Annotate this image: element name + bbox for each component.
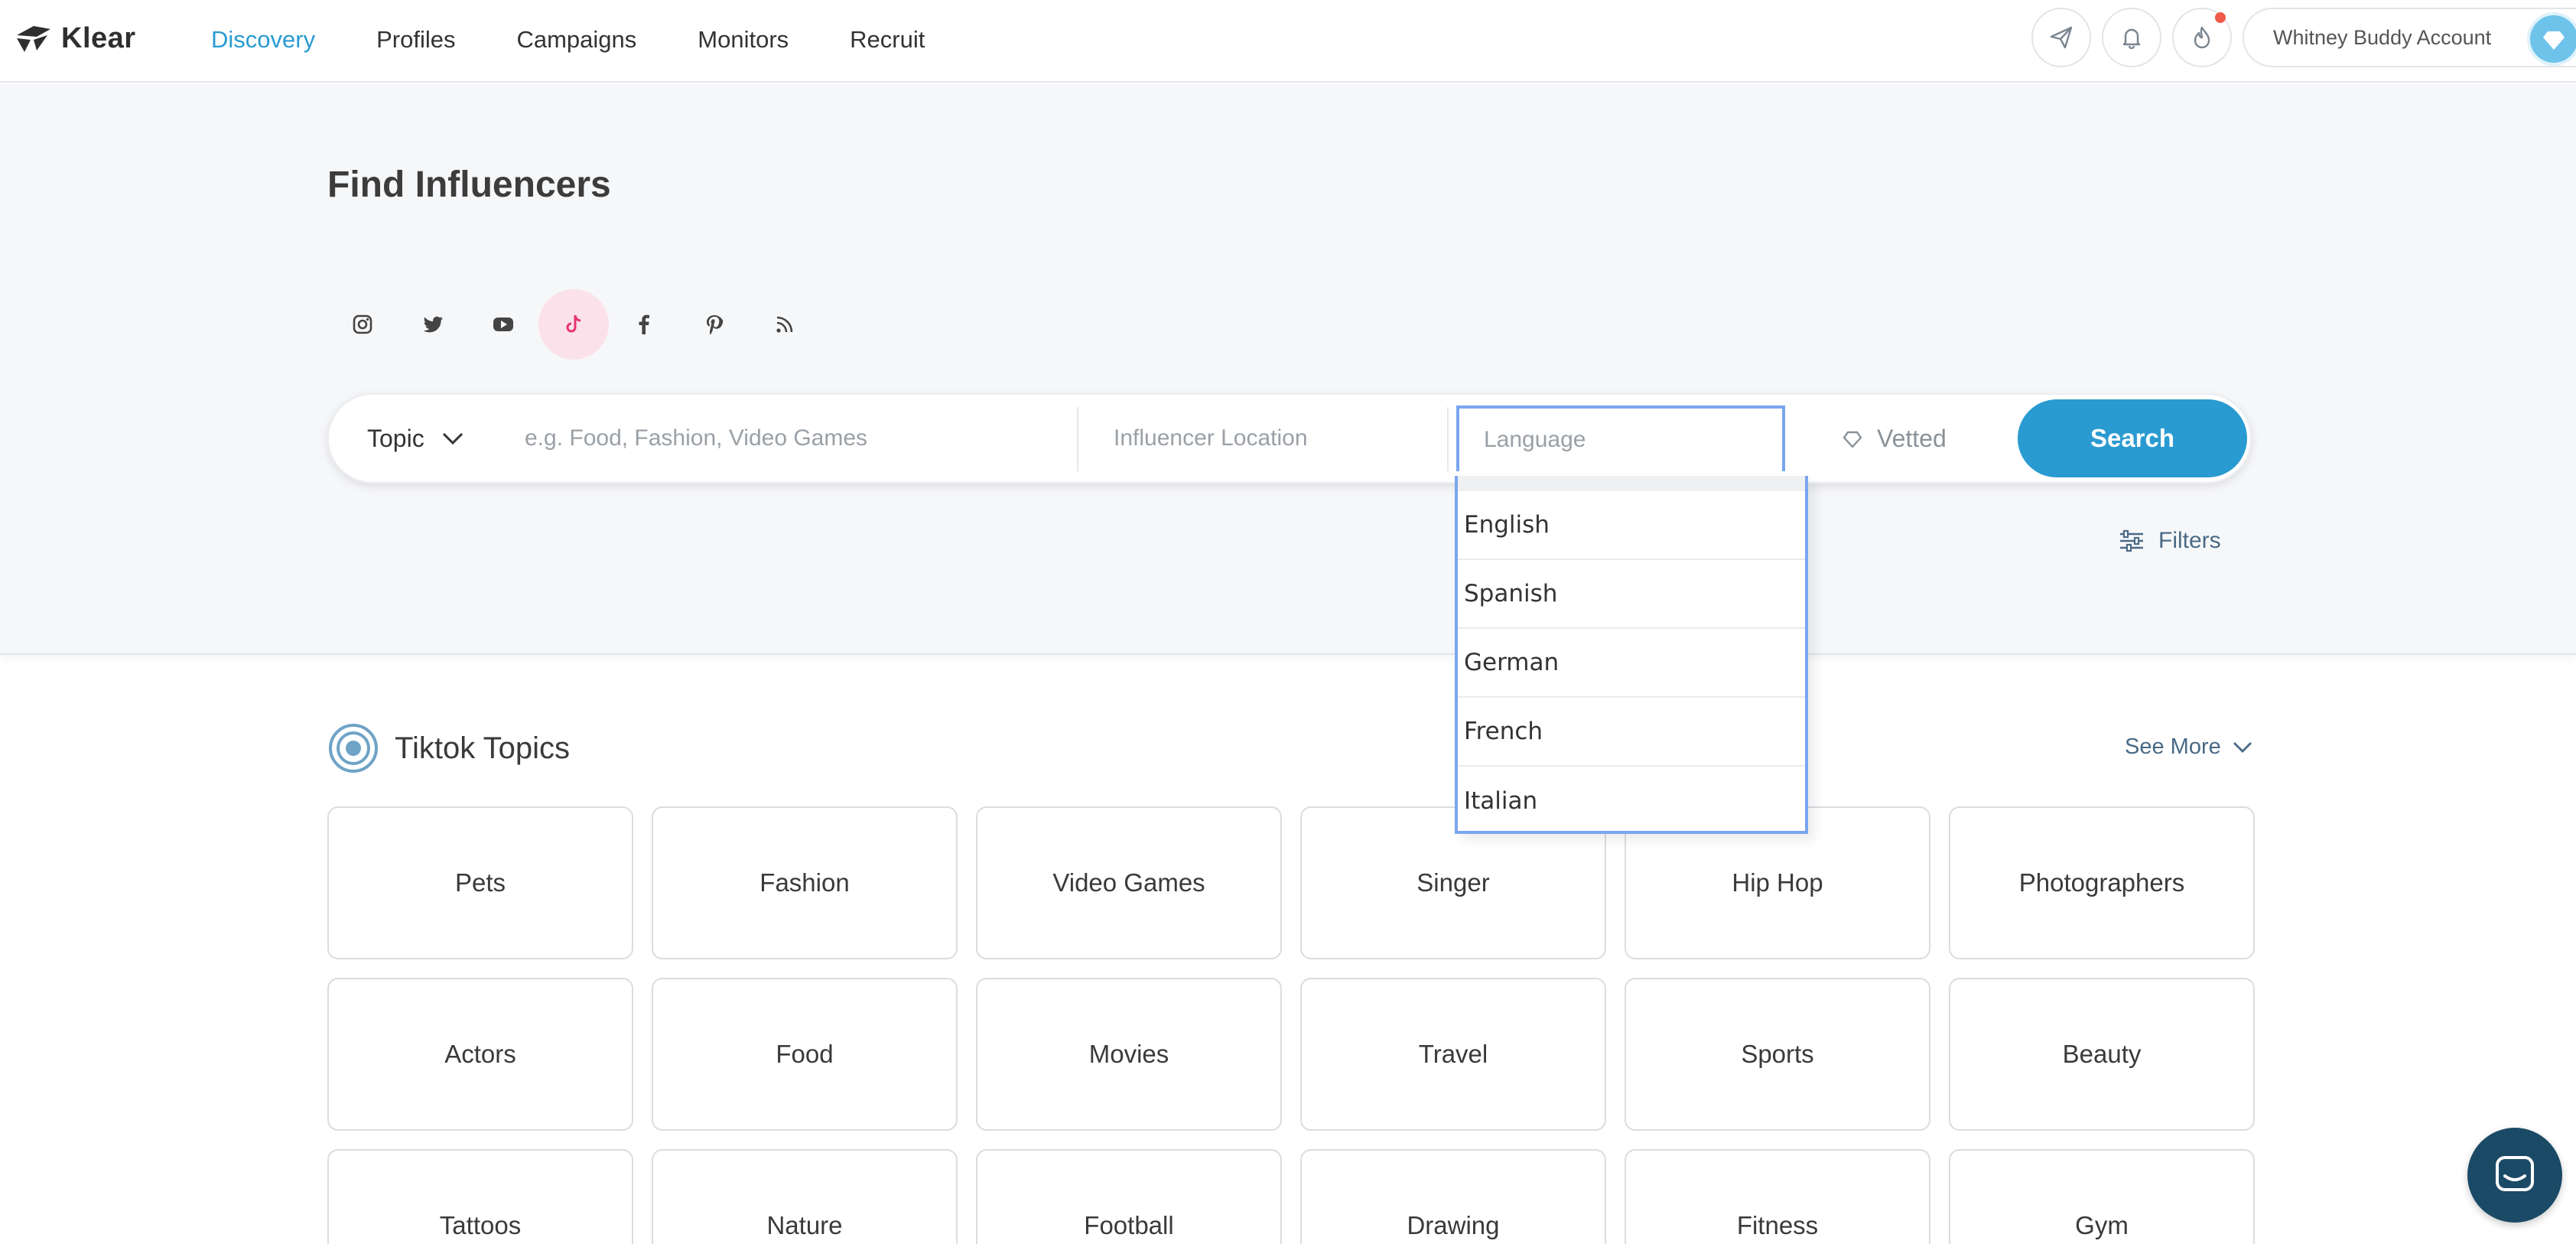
topic-card[interactable]: Fashion (652, 806, 958, 959)
location-input[interactable] (1114, 395, 1442, 482)
topic-card[interactable]: Travel (1300, 978, 1606, 1131)
platform-youtube[interactable] (468, 289, 538, 360)
instagram-icon (353, 314, 372, 334)
language-option-italian[interactable]: Italian (1458, 767, 1805, 831)
language-option-french[interactable]: French (1458, 698, 1805, 767)
nav-campaigns[interactable]: Campaigns (516, 26, 636, 54)
language-option-english[interactable]: English (1458, 491, 1805, 560)
diamond-heart-icon (2543, 31, 2565, 50)
nav-profiles[interactable]: Profiles (376, 26, 455, 54)
topic-card[interactable]: Nature (652, 1149, 958, 1244)
notifications-button[interactable] (2102, 8, 2161, 67)
vetted-toggle[interactable]: Vetted (1842, 395, 1947, 482)
platform-tiktok[interactable] (538, 289, 609, 360)
platform-facebook[interactable] (609, 289, 679, 360)
topic-card[interactable]: Video Games (976, 806, 1282, 959)
klear-logo-icon (17, 26, 50, 52)
rss-icon (776, 316, 793, 333)
topic-card[interactable]: Food (652, 978, 958, 1131)
divider (1447, 407, 1449, 471)
chevron-down-icon (442, 432, 463, 445)
search-button[interactable]: Search (2018, 399, 2247, 477)
nav-monitors[interactable]: Monitors (698, 26, 789, 54)
bell-icon (2122, 28, 2141, 50)
topic-dropdown-label: Topic (367, 424, 424, 452)
vetted-label: Vetted (1877, 424, 1947, 452)
chevron-down-icon (2233, 741, 2252, 753)
topics-grid: Pets Fashion Video Games Singer Hip Hop … (327, 806, 2255, 1244)
topic-card[interactable]: Movies (976, 978, 1282, 1131)
send-button[interactable] (2031, 8, 2091, 67)
avatar[interactable] (2527, 12, 2576, 66)
language-input[interactable] (1484, 409, 1774, 471)
filters-label: Filters (2158, 528, 2221, 553)
activity-button[interactable] (2172, 8, 2232, 67)
topic-card[interactable]: Sports (1625, 978, 1930, 1131)
main-nav: Discovery Profiles Campaigns Monitors Re… (211, 23, 986, 57)
nav-discovery[interactable]: Discovery (211, 26, 315, 54)
topic-card[interactable]: Actors (327, 978, 633, 1131)
flame-icon (2194, 26, 2210, 49)
diamond-heart-outline-icon (1843, 431, 1862, 448)
platform-twitter[interactable] (398, 289, 468, 360)
youtube-icon (493, 318, 513, 331)
language-option-german[interactable]: German (1458, 629, 1805, 698)
see-more-button[interactable]: See More (2125, 734, 2253, 760)
topic-card[interactable]: Drawing (1300, 1149, 1606, 1244)
logo-text: Klear (61, 21, 136, 54)
language-option-spanish[interactable]: Spanish (1458, 560, 1805, 629)
topic-card[interactable]: Beauty (1949, 978, 2255, 1131)
chat-launcher-button[interactable] (2467, 1128, 2562, 1223)
topic-card[interactable]: Fitness (1625, 1149, 1930, 1244)
topic-search-input[interactable] (525, 395, 1075, 482)
top-navigation-bar: Klear Discovery Profiles Campaigns Monit… (0, 0, 2576, 83)
pinterest-icon (707, 315, 724, 335)
topic-card[interactable]: Photographers (1949, 806, 2255, 959)
see-more-label: See More (2125, 734, 2221, 759)
platform-selector (327, 289, 820, 360)
topic-card[interactable]: Pets (327, 806, 633, 959)
topic-card[interactable]: Tattoos (327, 1149, 633, 1244)
send-icon (2050, 26, 2073, 49)
platform-pinterest[interactable] (679, 289, 750, 360)
topic-card[interactable]: Football (976, 1149, 1282, 1244)
platform-instagram[interactable] (327, 289, 398, 360)
facebook-icon (639, 314, 649, 334)
dropdown-top-strip (1458, 476, 1805, 491)
target-icon (329, 724, 378, 773)
page-title: Find Influencers (327, 164, 611, 205)
topic-dropdown[interactable]: Topic (367, 395, 464, 482)
divider (1077, 407, 1078, 471)
topics-header: Tiktok Topics (327, 722, 570, 774)
search-hero: Find Influencers Topic e.g. Food, Fashio… (0, 84, 2576, 655)
chat-icon (2496, 1156, 2534, 1191)
account-name: Whitney Buddy Account (2273, 25, 2492, 49)
twitter-icon (423, 316, 444, 333)
klear-logo[interactable]: Klear (14, 18, 136, 58)
topic-card[interactable]: Gym (1949, 1149, 2255, 1244)
tiktok-icon (566, 315, 581, 333)
language-field (1456, 405, 1785, 471)
sliders-icon (2120, 529, 2143, 552)
topics-title: Tiktok Topics (395, 731, 570, 765)
search-bar: Topic Vetted Search (327, 393, 2252, 484)
platform-blog[interactable] (750, 289, 820, 360)
filters-button[interactable]: Filters (2119, 528, 2221, 554)
account-menu[interactable]: Whitney Buddy Account (2243, 8, 2576, 67)
nav-recruit[interactable]: Recruit (850, 26, 925, 54)
notification-dot (2215, 12, 2226, 23)
language-dropdown: English Spanish German French Italian (1455, 476, 1808, 834)
